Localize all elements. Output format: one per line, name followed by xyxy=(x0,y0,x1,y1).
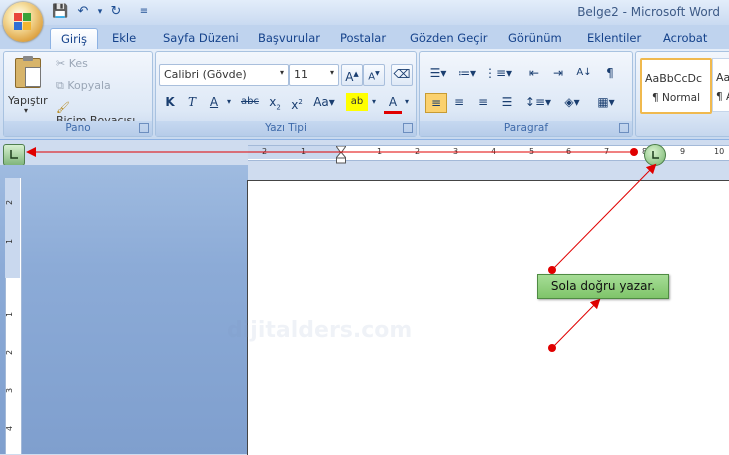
office-button[interactable] xyxy=(3,2,43,42)
annotation-arrows xyxy=(26,147,657,352)
ruler-arrow-dot xyxy=(630,148,638,156)
pointer-arrow-up xyxy=(551,163,657,271)
annotation-label: Sola doğru yazar. xyxy=(537,274,669,299)
pointer-arrow-down-dot xyxy=(548,344,556,352)
pointer-arrow-up-dot xyxy=(548,266,556,274)
pointer-arrow-down xyxy=(551,298,601,349)
office-logo-icon xyxy=(14,13,32,31)
